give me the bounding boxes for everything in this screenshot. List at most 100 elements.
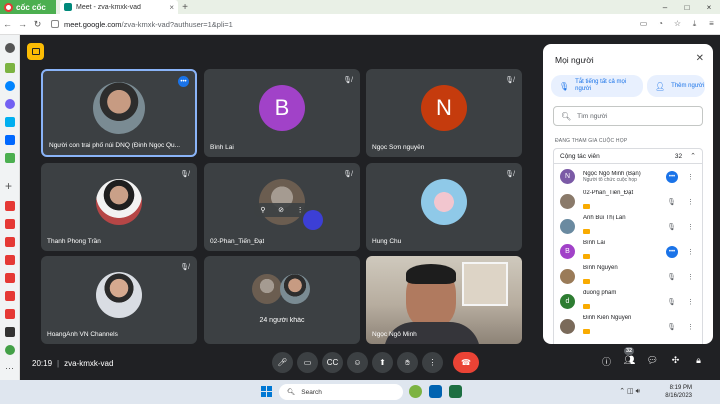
coccoc-app-icon[interactable]	[409, 385, 422, 398]
search-people-input[interactable]: 🔍︎ Tìm người	[553, 106, 703, 126]
participant-tile[interactable]: N 🎙︎̸ Ngọc Sơn nguyễn	[366, 69, 522, 157]
excel-icon[interactable]	[449, 385, 462, 398]
viber-icon[interactable]	[5, 99, 15, 109]
zalo-icon[interactable]	[5, 135, 15, 145]
bookmark-icon[interactable]: ☆	[669, 19, 686, 29]
app-icon[interactable]	[429, 385, 442, 398]
camera-button[interactable]: ▭	[297, 352, 318, 373]
messenger-icon[interactable]	[5, 81, 15, 91]
participant-row[interactable]: d duong pham 🎙︎ ⋮	[554, 289, 702, 314]
youtube-icon[interactable]	[5, 237, 15, 247]
participant-info: 02-Phan_Tiến_Đạt	[583, 190, 668, 214]
mic-off-icon[interactable]: 🎙︎	[667, 323, 676, 331]
leave-call-button[interactable]: ☎︎	[453, 352, 479, 373]
more-options-icon[interactable]: ⋮	[687, 173, 694, 181]
download-icon[interactable]: ⤓	[686, 19, 703, 29]
tab-meet[interactable]: Meet - zva-kmxk-vad ×	[60, 0, 178, 14]
contributor-badge-icon	[583, 228, 590, 234]
mute-icon[interactable]: ⊘	[278, 206, 284, 214]
participant-name: Ngọc Sơn nguyễn	[372, 144, 425, 151]
extension-icon[interactable]	[5, 63, 15, 73]
back-icon[interactable]: ←	[0, 19, 15, 29]
history-icon[interactable]	[5, 43, 15, 53]
participant-row[interactable]: Bình Nguyễn 🎙︎ ⋮	[554, 264, 702, 289]
contributor-badge-icon	[583, 328, 590, 334]
reload-icon[interactable]: ↻	[30, 19, 45, 30]
participant-tile[interactable]: 🎙︎̸ Hung Chu	[366, 163, 522, 251]
forward-icon[interactable]: →	[15, 19, 30, 29]
close-icon[interactable]: ✕	[696, 53, 704, 64]
browser-brand[interactable]: cốc cốc	[0, 0, 56, 14]
people-icon[interactable]: 👥︎ 32	[618, 347, 641, 368]
meeting-info-icon[interactable]	[27, 43, 44, 60]
host-controls-icon[interactable]: 🔒︎	[687, 355, 710, 368]
chevron-up-icon[interactable]: ⌃	[690, 152, 696, 160]
participant-row[interactable]: B Bình Lai ••• ⋮	[554, 239, 702, 264]
new-tab-button[interactable]: +	[178, 2, 192, 13]
participant-tile[interactable]: B 🎙︎̸ Bình Lai	[204, 69, 360, 157]
participant-row[interactable]: N Ngọc Ngô Minh (Bạn) Người tổ chức cuộc h…	[554, 164, 702, 189]
menu-icon[interactable]: ≡	[703, 19, 720, 29]
more-options-icon[interactable]: ⋮	[687, 248, 694, 256]
more-options-icon[interactable]: ⋮	[687, 198, 694, 206]
microphone-button[interactable]: 🎤︎	[272, 352, 293, 373]
more-options-icon[interactable]: ⋮	[687, 298, 694, 306]
activities-icon[interactable]: ✣	[664, 355, 687, 368]
contributors-group[interactable]: Cộng tác viên 32 ⌃	[553, 148, 703, 164]
others-tile[interactable]: 24 người khác	[204, 256, 360, 344]
more-options-icon[interactable]: ⋮	[687, 223, 694, 231]
raise-hand-button[interactable]: ✋︎	[397, 352, 418, 373]
youtube-icon[interactable]	[5, 219, 15, 229]
self-view-tile[interactable]: Ngọc Ngô Minh	[366, 256, 522, 344]
participant-row[interactable]: Đinh Kiên Nguyễn 🎙︎ ⋮	[554, 314, 702, 339]
taskbar-clock[interactable]: 8:19 PM 8/16/2023	[665, 384, 692, 400]
tile-hover-controls[interactable]: ⚲ ⊘ ⋮	[254, 203, 310, 217]
contributor-badge-icon	[583, 203, 590, 209]
present-button[interactable]: ⬆	[372, 352, 393, 373]
youtube-icon[interactable]	[5, 291, 15, 301]
participant-tile[interactable]: ••• Người con trai phố núi DNQ (Đinh Ngọ…	[41, 69, 197, 157]
pin-icon[interactable]: ⚲	[260, 206, 265, 214]
participant-row[interactable]: 02-Phan_Tiến_Đạt 🎙︎ ⋮	[554, 189, 702, 214]
skype-icon[interactable]	[5, 117, 15, 127]
minimize-button[interactable]: –	[654, 3, 676, 12]
app-icon[interactable]	[5, 327, 15, 337]
game-icon[interactable]	[5, 153, 15, 163]
youtube-icon[interactable]	[5, 201, 15, 211]
youtube-icon[interactable]	[5, 273, 15, 283]
more-options-icon[interactable]: ⋮	[687, 323, 694, 331]
chat-icon[interactable]: 💬︎	[641, 355, 664, 368]
more-options-icon[interactable]: ⋮	[687, 273, 694, 281]
emoji-button[interactable]: ☺	[347, 352, 368, 373]
close-window-button[interactable]: ×	[698, 3, 720, 12]
more-options-button[interactable]: ⋮	[422, 352, 443, 373]
participant-tile[interactable]: 🎙︎̸ Thanh Phong Trần	[41, 163, 197, 251]
add-sidebar-icon[interactable]: +	[5, 180, 15, 192]
participant-row[interactable]: Anh Bùi Thị Lan 🎙︎ ⋮	[554, 214, 702, 239]
more-icon[interactable]: ⋯	[5, 363, 15, 373]
mic-off-icon[interactable]: 🎙︎	[667, 298, 676, 306]
mic-off-icon[interactable]: 🎙︎	[667, 198, 676, 206]
taskbar-search[interactable]: 🔍︎ Search	[279, 384, 403, 400]
participant-tile[interactable]: 🎙︎̸ ⚲ ⊘ ⋮ 02-Phan_Tiến_Đạt	[204, 163, 360, 251]
participant-name: Bình Lai	[210, 144, 234, 151]
youtube-icon[interactable]	[5, 309, 15, 319]
meeting-details-icon[interactable]: ⓘ	[595, 355, 618, 368]
participant-avatar: N	[560, 169, 575, 184]
app-icon[interactable]	[5, 345, 15, 355]
windows-start-icon[interactable]	[261, 386, 272, 397]
close-tab-icon[interactable]: ×	[169, 3, 174, 12]
mic-off-icon[interactable]: 🎙︎	[667, 223, 676, 231]
maximize-button[interactable]: □	[676, 3, 698, 12]
captions-button[interactable]: CC	[322, 352, 343, 373]
tray-icons[interactable]: ⌃ ◫ 🔊︎	[619, 387, 640, 396]
mute-all-button[interactable]: 🎙︎ Tắt tiếng tất cả mọi người	[551, 75, 643, 97]
url-field[interactable]: meet.google.com /zva-kmxk-vad?authuser=1…	[51, 17, 531, 32]
youtube-icon[interactable]	[5, 255, 15, 265]
more-options-icon[interactable]: ⋮	[297, 206, 304, 214]
incognito-icon[interactable]: ◔	[652, 19, 669, 29]
mic-off-icon[interactable]: 🎙︎	[667, 273, 676, 281]
add-people-button[interactable]: 👤︎ Thêm người	[647, 75, 705, 97]
cast-icon[interactable]: ▭	[635, 19, 652, 29]
participant-tile[interactable]: 🎙︎̸ HoangAnh VN Channels	[41, 256, 197, 344]
